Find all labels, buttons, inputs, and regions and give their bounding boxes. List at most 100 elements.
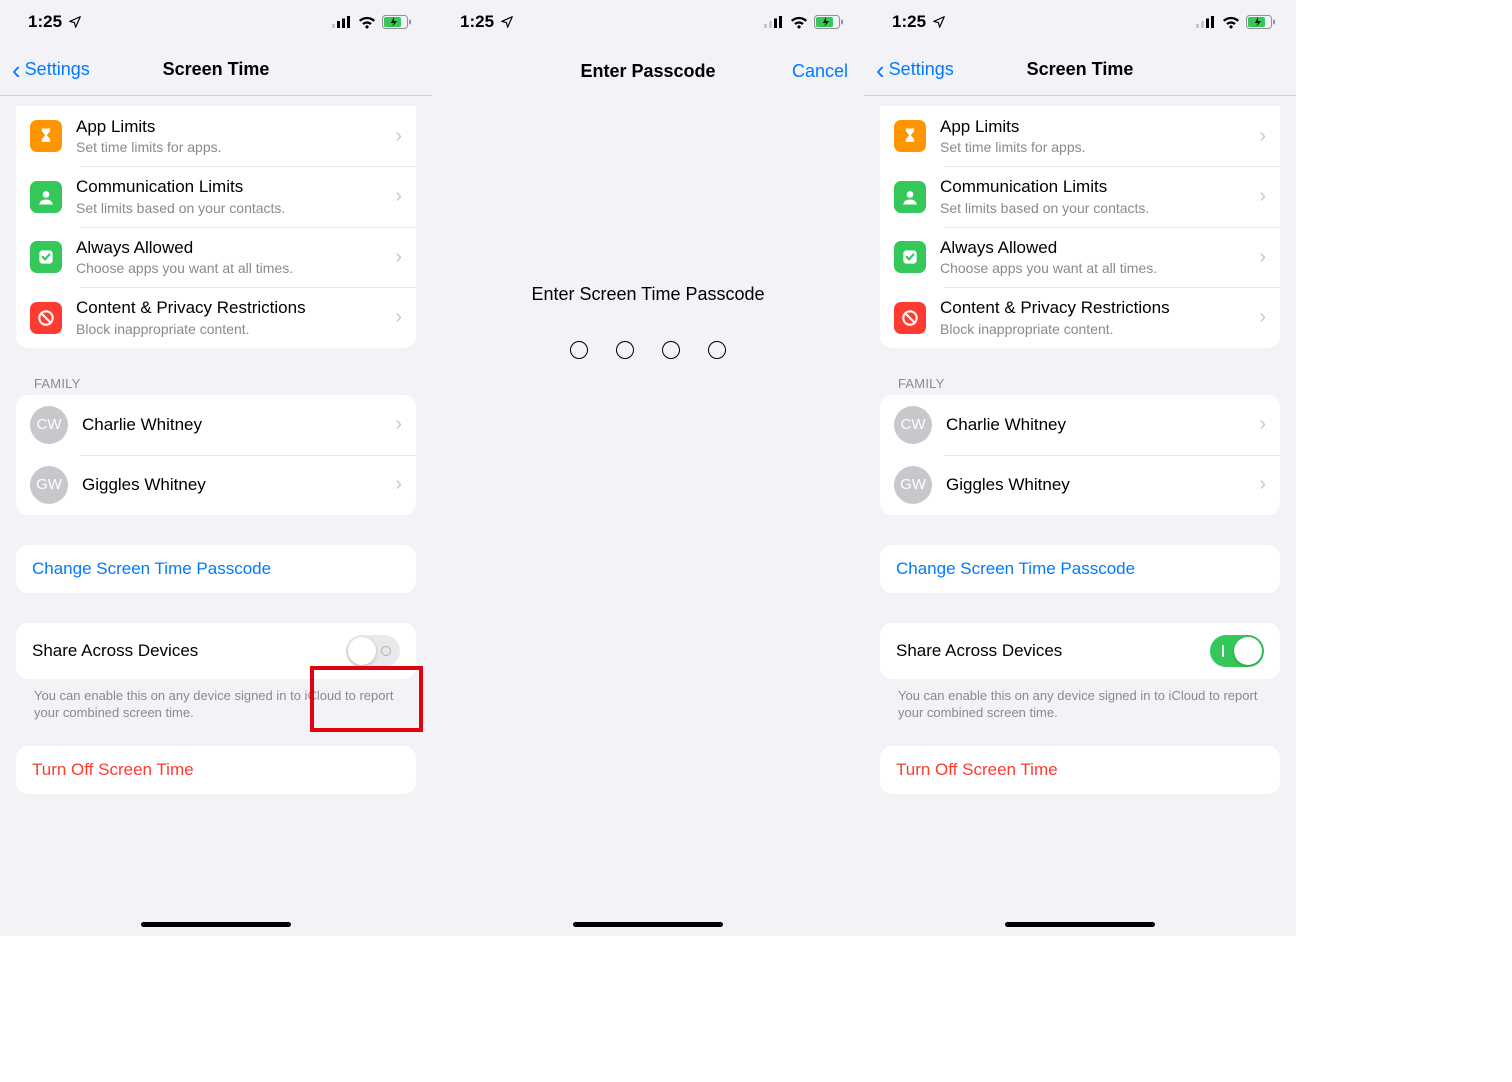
share-footer: You can enable this on any device signed…: [898, 687, 1262, 722]
home-indicator[interactable]: [1005, 922, 1155, 927]
battery-charging-icon: [1246, 15, 1276, 29]
chevron-left-icon: ‹: [876, 57, 885, 83]
avatar: GW: [894, 466, 932, 504]
nav-bar: ‹ Settings Screen Time: [864, 44, 1296, 96]
nosign-icon: [30, 302, 62, 334]
chevron-right-icon: ›: [1259, 306, 1266, 329]
phone-screen-3: 1:25 ‹ Settings Screen Time App Limits S…: [864, 0, 1296, 936]
row-subtitle: Set limits based on your contacts.: [940, 199, 1259, 217]
row-communication-limits[interactable]: Communication Limits Set limits based on…: [880, 166, 1280, 226]
row-subtitle: Set limits based on your contacts.: [76, 199, 395, 217]
family-row[interactable]: GW Giggles Whitney ›: [16, 455, 416, 515]
turn-off-button[interactable]: Turn Off Screen Time: [16, 746, 416, 794]
row-title: Content & Privacy Restrictions: [940, 297, 1259, 318]
location-icon: [500, 15, 514, 29]
chevron-right-icon: ›: [395, 246, 402, 269]
row-title: Communication Limits: [76, 176, 395, 197]
share-label: Share Across Devices: [32, 641, 198, 661]
row-subtitle: Choose apps you want at all times.: [940, 259, 1259, 277]
row-communication-limits[interactable]: Communication Limits Set limits based on…: [16, 166, 416, 226]
row-subtitle: Set time limits for apps.: [76, 138, 395, 156]
family-name: Giggles Whitney: [82, 474, 395, 495]
chevron-right-icon: ›: [1259, 413, 1266, 436]
share-toggle[interactable]: [1210, 635, 1264, 667]
back-label: Settings: [25, 59, 90, 80]
home-indicator[interactable]: [141, 922, 291, 927]
chevron-right-icon: ›: [395, 306, 402, 329]
chevron-right-icon: ›: [1259, 125, 1266, 148]
status-bar: 1:25: [864, 0, 1296, 44]
family-group: CW Charlie Whitney › GW Giggles Whitney …: [880, 395, 1280, 515]
chevron-right-icon: ›: [395, 413, 402, 436]
chevron-right-icon: ›: [395, 473, 402, 496]
family-row[interactable]: CW Charlie Whitney ›: [16, 395, 416, 455]
share-label: Share Across Devices: [896, 641, 1062, 661]
wifi-icon: [1222, 16, 1240, 29]
turn-off-button[interactable]: Turn Off Screen Time: [880, 746, 1280, 794]
back-button[interactable]: ‹ Settings: [12, 57, 90, 83]
row-always-allowed[interactable]: Always Allowed Choose apps you want at a…: [880, 227, 1280, 287]
share-toggle[interactable]: [346, 635, 400, 667]
location-icon: [68, 15, 82, 29]
row-app-limits[interactable]: App Limits Set time limits for apps. ›: [880, 106, 1280, 166]
family-header: FAMILY: [898, 376, 1280, 391]
wifi-icon: [790, 16, 808, 29]
home-indicator[interactable]: [573, 922, 723, 927]
share-across-devices-row: Share Across Devices: [880, 623, 1280, 679]
battery-charging-icon: [814, 15, 844, 29]
change-passcode-button[interactable]: Change Screen Time Passcode: [880, 545, 1280, 593]
wifi-icon: [358, 16, 376, 29]
nosign-icon: [894, 302, 926, 334]
status-time: 1:25: [460, 12, 494, 32]
row-always-allowed[interactable]: Always Allowed Choose apps you want at a…: [16, 227, 416, 287]
passcode-content: Enter Screen Time Passcode: [432, 96, 864, 359]
passcode-dot: [708, 341, 726, 359]
row-subtitle: Block inappropriate content.: [76, 320, 395, 338]
row-title: App Limits: [76, 116, 395, 137]
nav-bar: ‹ Settings Screen Time: [0, 44, 432, 96]
family-name: Charlie Whitney: [946, 414, 1259, 435]
passcode-dot: [662, 341, 680, 359]
family-row[interactable]: GW Giggles Whitney ›: [880, 455, 1280, 515]
hourglass-icon: [894, 120, 926, 152]
cancel-button[interactable]: Cancel: [792, 61, 848, 82]
cellular-icon: [1196, 16, 1216, 28]
nav-bar: Enter Passcode Cancel: [432, 44, 864, 96]
family-row[interactable]: CW Charlie Whitney ›: [880, 395, 1280, 455]
row-content-privacy[interactable]: Content & Privacy Restrictions Block ina…: [880, 287, 1280, 347]
avatar: CW: [894, 406, 932, 444]
row-content-privacy[interactable]: Content & Privacy Restrictions Block ina…: [16, 287, 416, 347]
row-title: Always Allowed: [76, 237, 395, 258]
settings-group: App Limits Set time limits for apps. › C…: [16, 106, 416, 348]
passcode-dots: [570, 341, 726, 359]
avatar: CW: [30, 406, 68, 444]
avatar: GW: [30, 466, 68, 504]
family-name: Charlie Whitney: [82, 414, 395, 435]
back-label: Settings: [889, 59, 954, 80]
change-passcode-button[interactable]: Change Screen Time Passcode: [16, 545, 416, 593]
checkmark-icon: [30, 241, 62, 273]
row-app-limits[interactable]: App Limits Set time limits for apps. ›: [16, 106, 416, 166]
back-button[interactable]: ‹ Settings: [876, 57, 954, 83]
share-footer: You can enable this on any device signed…: [34, 687, 398, 722]
cellular-icon: [332, 16, 352, 28]
hourglass-icon: [30, 120, 62, 152]
settings-group: App Limits Set time limits for apps. › C…: [880, 106, 1280, 348]
row-title: App Limits: [940, 116, 1259, 137]
row-subtitle: Block inappropriate content.: [940, 320, 1259, 338]
status-bar: 1:25: [432, 0, 864, 44]
content-area: App Limits Set time limits for apps. › C…: [0, 96, 432, 936]
status-bar: 1:25: [0, 0, 432, 44]
row-subtitle: Choose apps you want at all times.: [76, 259, 395, 277]
passcode-prompt: Enter Screen Time Passcode: [531, 284, 764, 305]
passcode-dot: [616, 341, 634, 359]
chevron-right-icon: ›: [1259, 246, 1266, 269]
chevron-right-icon: ›: [395, 185, 402, 208]
phone-screen-2: 1:25 Enter Passcode Cancel Enter Screen …: [432, 0, 864, 936]
family-group: CW Charlie Whitney › GW Giggles Whitney …: [16, 395, 416, 515]
status-time: 1:25: [892, 12, 926, 32]
chevron-right-icon: ›: [1259, 473, 1266, 496]
status-time: 1:25: [28, 12, 62, 32]
chevron-right-icon: ›: [395, 125, 402, 148]
row-title: Always Allowed: [940, 237, 1259, 258]
